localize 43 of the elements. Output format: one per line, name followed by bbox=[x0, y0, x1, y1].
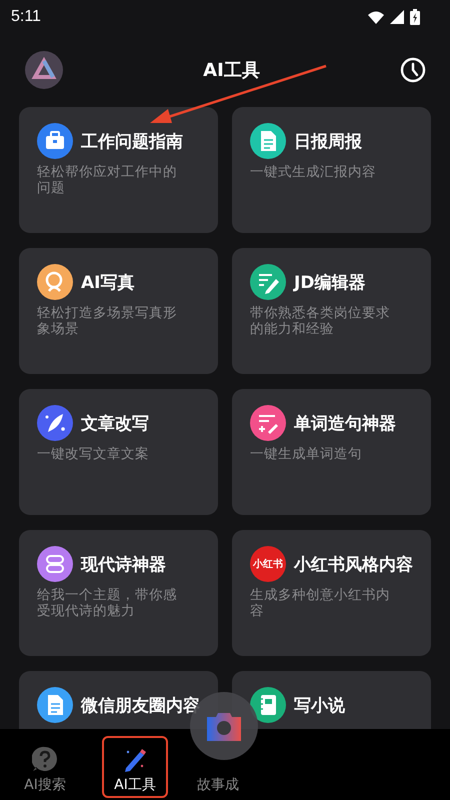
tool-card[interactable]: AI写真 轻松打造多场景写真形象场景 bbox=[19, 248, 218, 374]
status-time: 5:11 bbox=[11, 8, 41, 26]
app-logo-icon[interactable] bbox=[25, 51, 63, 89]
tool-description: 轻松打造多场景写真形象场景 bbox=[37, 305, 178, 337]
tool-title: JD编辑器 bbox=[294, 272, 366, 294]
question-icon bbox=[32, 746, 58, 772]
tool-title: 文章改写 bbox=[81, 412, 149, 434]
tool-description: 一键式生成汇报内容 bbox=[250, 164, 377, 180]
tool-card[interactable]: 微信朋友圈内容 bbox=[19, 671, 218, 729]
tool-title: 工作问题指南 bbox=[81, 130, 183, 152]
nav-tab[interactable]: 故事成 bbox=[197, 776, 239, 794]
app-badge-icon: 小红书 bbox=[250, 546, 286, 582]
tool-description: 带你熟悉各类岗位要求的能力和经验 bbox=[250, 305, 391, 337]
signal-icon bbox=[390, 10, 404, 24]
tool-card[interactable]: 日报周报 一键式生成汇报内容 bbox=[232, 107, 431, 233]
tool-description: 一键生成单词造句 bbox=[250, 446, 363, 462]
nav-tab[interactable]: AI搜索 bbox=[24, 776, 66, 794]
tool-card[interactable]: 小红书 小红书风格内容 生成多种创意小红书内容 bbox=[232, 530, 431, 656]
camera-icon bbox=[207, 711, 241, 741]
tool-card[interactable]: JD编辑器 带你熟悉各类岗位要求的能力和经验 bbox=[232, 248, 431, 374]
wifi-icon bbox=[368, 10, 384, 24]
tool-description: 轻松帮你应对工作中的问题 bbox=[37, 164, 178, 196]
tool-description: 一键改写文章文案 bbox=[37, 446, 150, 462]
tool-card[interactable]: 单词造句神器 一键生成单词造句 bbox=[232, 389, 431, 515]
history-clock-icon[interactable] bbox=[400, 57, 426, 83]
tool-description: 给我一个主题，带你感受现代诗的魅力 bbox=[37, 587, 178, 619]
page-title: AI工具 bbox=[203, 59, 260, 82]
tool-title: 写小说 bbox=[294, 694, 345, 716]
tool-title: 小红书风格内容 bbox=[294, 554, 413, 576]
highlight-frame bbox=[102, 736, 168, 798]
tool-title: 微信朋友圈内容 bbox=[81, 694, 200, 716]
battery-icon bbox=[410, 9, 420, 25]
tool-card[interactable]: 现代诗神器 给我一个主题，带你感受现代诗的魅力 bbox=[19, 530, 218, 656]
tool-title: AI写真 bbox=[81, 272, 134, 294]
tool-card[interactable]: 写小说 bbox=[232, 671, 431, 729]
pen-icon bbox=[122, 746, 148, 772]
tool-title: 单词造句神器 bbox=[294, 412, 396, 434]
tool-title: 日报周报 bbox=[294, 130, 362, 152]
tool-card[interactable]: 工作问题指南 轻松帮你应对工作中的问题 bbox=[19, 107, 218, 233]
tool-card[interactable]: 文章改写 一键改写文章文案 bbox=[19, 389, 218, 515]
nav-tab[interactable]: AI工具 bbox=[114, 776, 156, 794]
tool-description: 生成多种创意小红书内容 bbox=[250, 587, 391, 619]
tool-title: 现代诗神器 bbox=[81, 554, 166, 576]
